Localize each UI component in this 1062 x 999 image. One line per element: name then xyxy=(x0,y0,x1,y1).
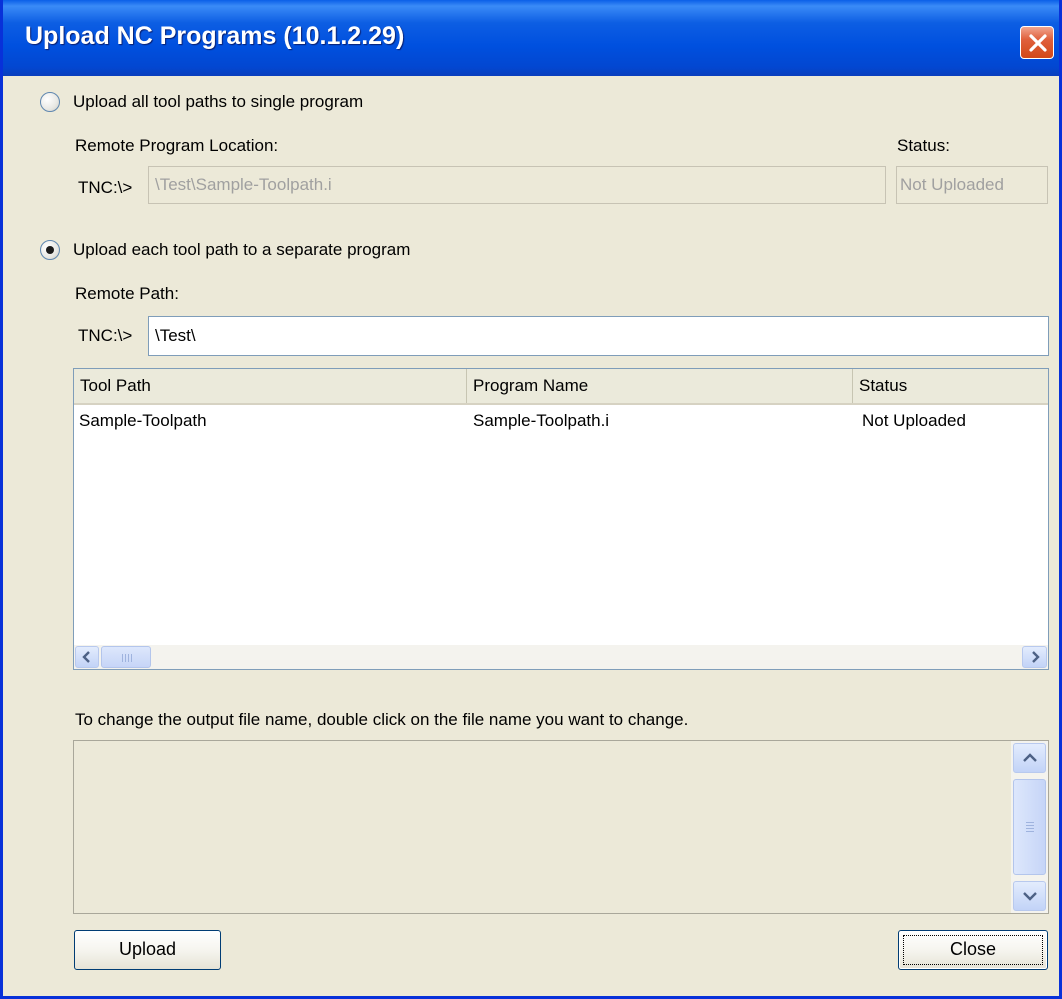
horizontal-scrollbar[interactable] xyxy=(74,645,1048,669)
remote-program-location-label: Remote Program Location: xyxy=(75,136,279,155)
column-header-status[interactable]: Status xyxy=(853,369,1048,403)
window-title: Upload NC Programs (10.1.2.29) xyxy=(25,22,405,50)
arrow-right-icon xyxy=(1031,651,1040,663)
arrow-down-icon xyxy=(1022,892,1037,901)
arrow-left-icon xyxy=(82,651,90,663)
upload-nc-programs-dialog: Upload NC Programs (10.1.2.29) Upload al… xyxy=(0,0,1062,999)
single-drive-prefix: TNC:\> xyxy=(78,178,133,197)
separate-programs-radio[interactable] xyxy=(40,240,60,260)
upload-button[interactable]: Upload xyxy=(74,930,221,970)
scroll-right-button[interactable] xyxy=(1022,646,1047,668)
focus-ring xyxy=(903,935,1043,965)
close-button[interactable]: Close xyxy=(898,930,1048,970)
single-program-radio-label[interactable]: Upload all tool paths to single program xyxy=(73,92,363,112)
arrow-up-icon xyxy=(1022,753,1037,762)
scroll-left-button[interactable] xyxy=(75,646,99,668)
remote-path-input[interactable]: \Test\ xyxy=(148,316,1049,356)
list-header: Tool Path Program Name Status xyxy=(74,369,1048,405)
vertical-scrollbar[interactable] xyxy=(1011,741,1048,913)
title-bar[interactable]: Upload NC Programs (10.1.2.29) xyxy=(3,0,1059,76)
single-status-field: Not Uploaded xyxy=(896,166,1048,204)
remote-program-location-field[interactable]: \Test\Sample-Toolpath.i xyxy=(148,166,886,204)
scroll-up-button[interactable] xyxy=(1013,743,1046,773)
radio-selected-dot xyxy=(46,246,54,254)
row-program-name[interactable]: Sample-Toolpath.i xyxy=(473,411,609,431)
single-status-label: Status: xyxy=(897,136,950,155)
output-log-box[interactable] xyxy=(73,740,1049,914)
close-x-icon xyxy=(1029,34,1047,52)
single-program-radio[interactable] xyxy=(40,92,60,112)
separate-drive-prefix: TNC:\> xyxy=(78,326,133,345)
column-header-tool-path[interactable]: Tool Path xyxy=(74,369,467,403)
close-window-button[interactable] xyxy=(1020,26,1054,59)
vertical-scroll-thumb[interactable] xyxy=(1013,779,1046,875)
remote-path-label: Remote Path: xyxy=(75,284,179,303)
scroll-down-button[interactable] xyxy=(1013,881,1046,911)
column-header-program-name[interactable]: Program Name xyxy=(467,369,853,403)
hint-text: To change the output file name, double c… xyxy=(75,710,689,729)
row-tool-path[interactable]: Sample-Toolpath xyxy=(79,411,207,431)
row-status[interactable]: Not Uploaded xyxy=(862,411,966,431)
toolpath-list[interactable]: Tool Path Program Name Status Sample-Too… xyxy=(73,368,1049,670)
separate-programs-radio-label[interactable]: Upload each tool path to a separate prog… xyxy=(73,240,410,260)
horizontal-scroll-thumb[interactable] xyxy=(101,646,151,668)
